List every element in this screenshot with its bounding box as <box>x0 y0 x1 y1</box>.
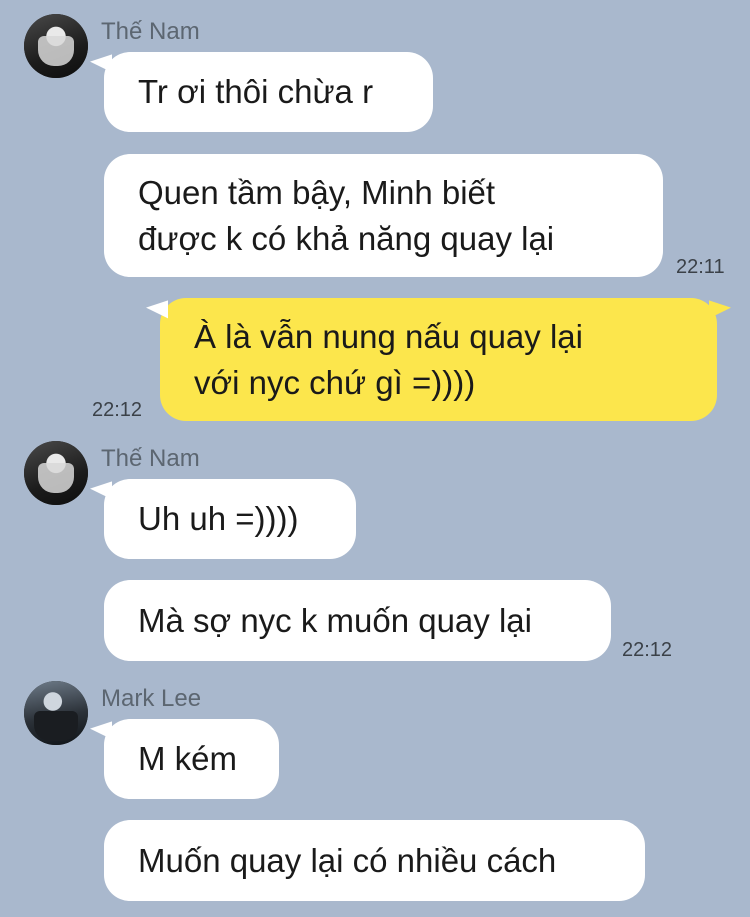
avatar-the-nam[interactable] <box>24 14 88 78</box>
message-bubble[interactable]: M kém <box>104 719 279 799</box>
message-bubble[interactable]: Quen tầm bậy, Minh biết được k có khả nă… <box>104 154 663 277</box>
message-text-line: với nyc chứ gì =)))) <box>194 363 476 401</box>
message-timestamp: 22:12 <box>622 639 673 661</box>
message-timestamp: 22:12 <box>92 399 143 421</box>
message-text-line: được k có khả năng quay lại <box>138 219 555 257</box>
message-text-line: Quen tầm bậy, Minh biết <box>138 173 496 211</box>
my-message-bubble[interactable]: À là vẫn nung nấu quay lại với nyc chứ g… <box>160 298 717 421</box>
message-text: Uh uh =)))) <box>138 500 299 537</box>
avatar-mark-lee[interactable] <box>24 681 88 745</box>
sender-name: Mark Lee <box>101 685 202 712</box>
sender-name: Thế Nam <box>101 18 200 45</box>
message-timestamp: 22:11 <box>676 256 725 278</box>
message-text: Muốn quay lại có nhiều cách <box>138 841 557 879</box>
message-text: Mà sợ nyc k muốn quay lại <box>138 601 532 639</box>
message-text: M kém <box>138 740 237 777</box>
sender-name: Thế Nam <box>101 445 200 472</box>
message-bubble[interactable]: Muốn quay lại có nhiều cách <box>104 820 645 901</box>
message-text: Tr ơi thôi chừa r <box>138 73 374 110</box>
message-bubble[interactable]: Uh uh =)))) <box>104 479 356 559</box>
message-text-line: À là vẫn nung nấu quay lại <box>194 317 583 355</box>
message-bubble[interactable]: Tr ơi thôi chừa r <box>104 52 433 132</box>
avatar-the-nam[interactable] <box>24 441 88 505</box>
message-bubble[interactable]: Mà sợ nyc k muốn quay lại <box>104 580 611 661</box>
